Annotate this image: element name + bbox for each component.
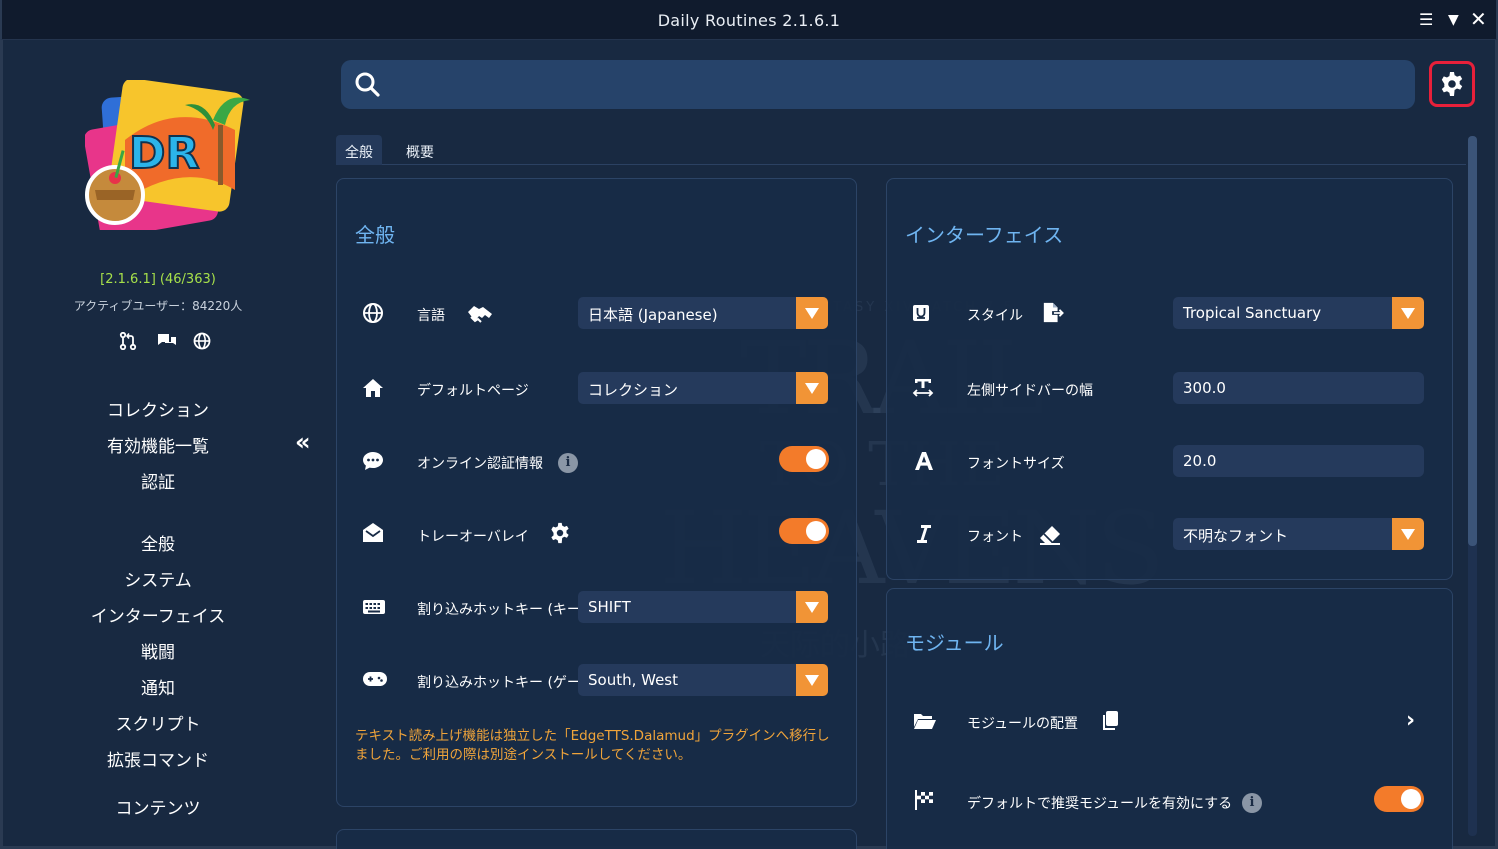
module-panel-title: モジュール — [905, 631, 1004, 655]
general-panel — [336, 178, 857, 807]
font-size-value: 20.0 — [1183, 452, 1217, 470]
interrupt-hotkey-key-label: 割り込みホットキー (キー — [417, 602, 581, 618]
interrupt-hotkey-gamepad-select[interactable]: South, West — [578, 664, 828, 696]
chevron-down-icon — [796, 664, 828, 696]
online-auth-label: オンライン認証情報 — [417, 456, 543, 472]
interrupt-hotkey-gamepad-label: 割り込みホットキー (ゲー — [417, 675, 581, 691]
chevron-down-icon — [796, 297, 828, 329]
nav-item-interface[interactable]: インターフェイス — [3, 602, 313, 627]
settings-button[interactable] — [1429, 61, 1475, 107]
chat-icon[interactable] — [157, 332, 177, 354]
search-input[interactable] — [391, 68, 1391, 100]
sidebar-width-label: 左側サイドバーの幅 — [967, 383, 1093, 399]
nav-item-script[interactable]: スクリプト — [3, 710, 313, 735]
home-icon — [363, 379, 383, 397]
close-icon[interactable]: ✕ — [1470, 7, 1487, 31]
style-select[interactable]: Tropical Sanctuary — [1173, 297, 1424, 329]
gamepad-icon — [363, 672, 387, 686]
title-bar: Daily Routines 2.1.6.1 ☰ ▼ ✕ — [0, 0, 1498, 40]
nav-item-enabled-list[interactable]: 有効機能一覧 — [3, 432, 313, 457]
menu-icon[interactable]: ☰ — [1419, 10, 1433, 29]
text-width-icon — [912, 379, 934, 397]
folder-open-icon — [914, 714, 936, 729]
style-select-value: Tropical Sanctuary — [1183, 304, 1322, 322]
interrupt-hotkey-gamepad-value: South, West — [588, 671, 679, 689]
font-label: フォント — [967, 529, 1023, 545]
font-select-value: 不明なフォント — [1183, 527, 1289, 545]
underline-icon — [913, 305, 929, 321]
italic-icon — [917, 525, 931, 543]
chevron-right-icon[interactable]: › — [1406, 708, 1415, 733]
active-users-text: アクティブユーザー：84220人 — [73, 299, 243, 313]
eraser-icon[interactable] — [1038, 524, 1062, 546]
nav-item-extended-commands[interactable]: 拡張コマンド — [3, 746, 313, 771]
gear-icon[interactable] — [549, 522, 571, 544]
tab-overview[interactable]: 概要 — [397, 135, 443, 165]
envelope-open-icon — [363, 523, 383, 542]
nav-item-combat[interactable]: 戦闘 — [3, 638, 313, 663]
nav-item-collection[interactable]: コレクション — [3, 396, 313, 421]
nav-item-content[interactable]: コンテンツ — [3, 794, 313, 819]
recommended-modules-toggle[interactable] — [1374, 786, 1424, 812]
scrollbar-thumb[interactable] — [1468, 136, 1477, 546]
chevron-down-icon — [796, 372, 828, 404]
tab-bar: 全般 概要 — [336, 135, 1466, 165]
collapse-window-icon[interactable]: ▼ — [1448, 12, 1459, 28]
module-layout-label: モジュールの配置 — [967, 716, 1079, 732]
flag-checkered-icon — [915, 790, 933, 810]
git-pull-request-icon[interactable] — [119, 331, 137, 354]
style-label: スタイル — [967, 308, 1023, 324]
chevron-down-icon — [1392, 297, 1424, 329]
sidebar: DR [2.1.6.1] (46/363) アクティブユーザー：84220人 «… — [3, 40, 313, 846]
copy-icon[interactable] — [1099, 710, 1121, 732]
search-bar — [341, 60, 1415, 109]
recommended-modules-label: デフォルトで推奨モジュールを有効にする — [967, 796, 1233, 812]
font-size-input[interactable]: 20.0 — [1173, 445, 1424, 477]
default-page-select[interactable]: コレクション — [578, 372, 828, 404]
tts-migration-note: テキスト読み上げ機能は独立した「EdgeTTS.Dalamud」プラグインへ移行… — [355, 728, 830, 763]
next-panel — [336, 829, 857, 849]
font-select[interactable]: 不明なフォント — [1173, 518, 1424, 550]
keyboard-icon — [363, 600, 385, 614]
language-select[interactable]: 日本語 (Japanese) — [578, 297, 828, 329]
interrupt-hotkey-key-select[interactable]: SHIFT — [578, 591, 828, 623]
svg-text:DR: DR — [129, 128, 199, 179]
chevron-down-icon — [796, 591, 828, 623]
handshake-icon[interactable] — [467, 303, 493, 325]
interrupt-hotkey-key-value: SHIFT — [588, 598, 631, 616]
version-text: [2.1.6.1] (46/363) — [100, 272, 216, 287]
file-export-icon[interactable] — [1040, 302, 1066, 324]
interface-panel-title: インターフェイス — [905, 223, 1064, 247]
tray-overlay-toggle[interactable] — [779, 518, 829, 544]
nav-item-system[interactable]: システム — [3, 566, 313, 591]
info-icon[interactable]: i — [558, 453, 578, 473]
language-select-value: 日本語 (Japanese) — [588, 306, 718, 324]
info-icon[interactable]: i — [1242, 793, 1262, 813]
nav-item-general[interactable]: 全般 — [3, 530, 313, 555]
search-icon — [355, 72, 380, 97]
online-auth-toggle[interactable] — [779, 446, 829, 472]
font-icon — [915, 452, 933, 470]
default-page-label: デフォルトページ — [417, 383, 529, 399]
general-panel-title: 全般 — [355, 223, 395, 247]
font-size-label: フォントサイズ — [967, 456, 1065, 472]
tray-overlay-label: トレーオーバレイ — [417, 529, 529, 545]
globe-icon — [363, 303, 383, 323]
comment-dots-icon — [363, 452, 383, 470]
chevron-down-icon — [1392, 518, 1424, 550]
gear-icon — [1441, 72, 1463, 96]
tab-general[interactable]: 全般 — [336, 135, 382, 165]
window-title: Daily Routines 2.1.6.1 — [657, 11, 841, 30]
sidebar-width-input[interactable]: 300.0 — [1173, 372, 1424, 404]
nav-item-notification[interactable]: 通知 — [3, 674, 313, 699]
default-page-select-value: コレクション — [588, 381, 679, 399]
sidebar-icon-row — [119, 331, 219, 354]
globe-icon[interactable] — [193, 332, 211, 354]
logo-icon: DR — [85, 80, 250, 230]
sidebar-width-value: 300.0 — [1183, 379, 1226, 397]
language-label: 言語 — [417, 308, 445, 324]
nav-item-auth[interactable]: 認証 — [3, 468, 313, 493]
